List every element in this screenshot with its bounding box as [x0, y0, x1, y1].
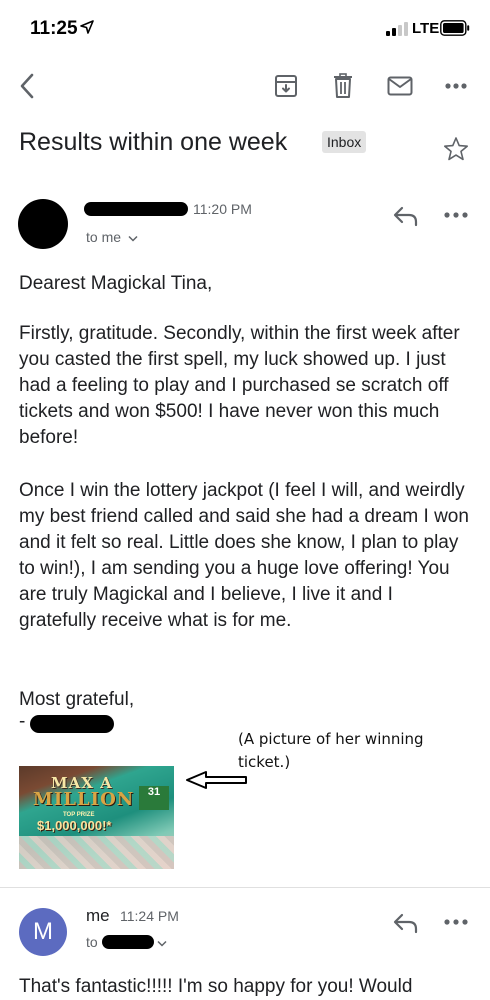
image-annotation: (A picture of her winning ticket.) — [238, 730, 424, 771]
message-divider — [0, 887, 490, 888]
location-arrow-icon — [80, 20, 94, 34]
chevron-down-icon[interactable] — [157, 940, 167, 947]
ticket-prize: $1,000,000!* — [37, 818, 112, 833]
ticket-badge: 31 — [139, 786, 169, 810]
email-paragraph: Once I win the lottery jackpot (I feel I… — [19, 480, 469, 631]
sender-name: me — [86, 906, 110, 925]
status-bar: 11:25 LTE — [0, 0, 490, 58]
network-label: LTE — [412, 20, 440, 37]
recipient-label[interactable]: to — [86, 934, 98, 950]
ticket-scratch-area — [19, 836, 174, 869]
inbox-label[interactable]: Inbox — [322, 131, 367, 153]
more-icon[interactable] — [442, 72, 470, 100]
chevron-down-icon — [128, 235, 138, 242]
recipient-redacted — [102, 935, 154, 949]
reply-body-preview: That's fantastic!!!!! I'm so happy for y… — [19, 976, 413, 997]
toolbar — [0, 60, 490, 110]
recipient-details[interactable]: to me — [86, 229, 138, 245]
star-icon[interactable] — [443, 136, 469, 162]
trash-icon[interactable] — [329, 72, 357, 100]
reply-icon[interactable] — [393, 205, 419, 227]
avatar[interactable]: M — [19, 908, 67, 956]
message-time: 11:20 PM — [193, 201, 252, 217]
more-icon[interactable] — [443, 917, 469, 927]
email-greeting: Dearest Magickal Tina, — [19, 273, 213, 294]
battery-icon — [440, 20, 470, 36]
recipient-label: to me — [86, 229, 122, 245]
pointing-arrow-icon — [186, 771, 247, 789]
signal-icon — [386, 22, 408, 36]
ticket-title-line2: MILLION — [33, 789, 135, 810]
email-paragraph: Firstly, gratitude. Secondly, within the… — [19, 323, 460, 448]
reply-icon[interactable] — [393, 912, 419, 934]
sender-avatar-redacted[interactable] — [18, 199, 68, 249]
signature-dash: - — [19, 711, 26, 732]
message-time: 11:24 PM — [120, 908, 179, 924]
email-closing: Most grateful, — [19, 689, 135, 710]
signature-redacted — [30, 715, 114, 733]
more-icon[interactable] — [443, 210, 469, 220]
mail-icon[interactable] — [386, 72, 414, 100]
back-arrow-icon[interactable] — [14, 72, 42, 100]
sender-name-redacted — [84, 202, 188, 216]
email-subject: Results within one week — [19, 128, 288, 156]
archive-icon[interactable] — [272, 72, 300, 100]
lottery-ticket-image[interactable]: MAX A MILLION 31 TOP PRIZE $1,000,000!* — [19, 766, 174, 869]
status-time: 11:25 — [30, 18, 78, 39]
